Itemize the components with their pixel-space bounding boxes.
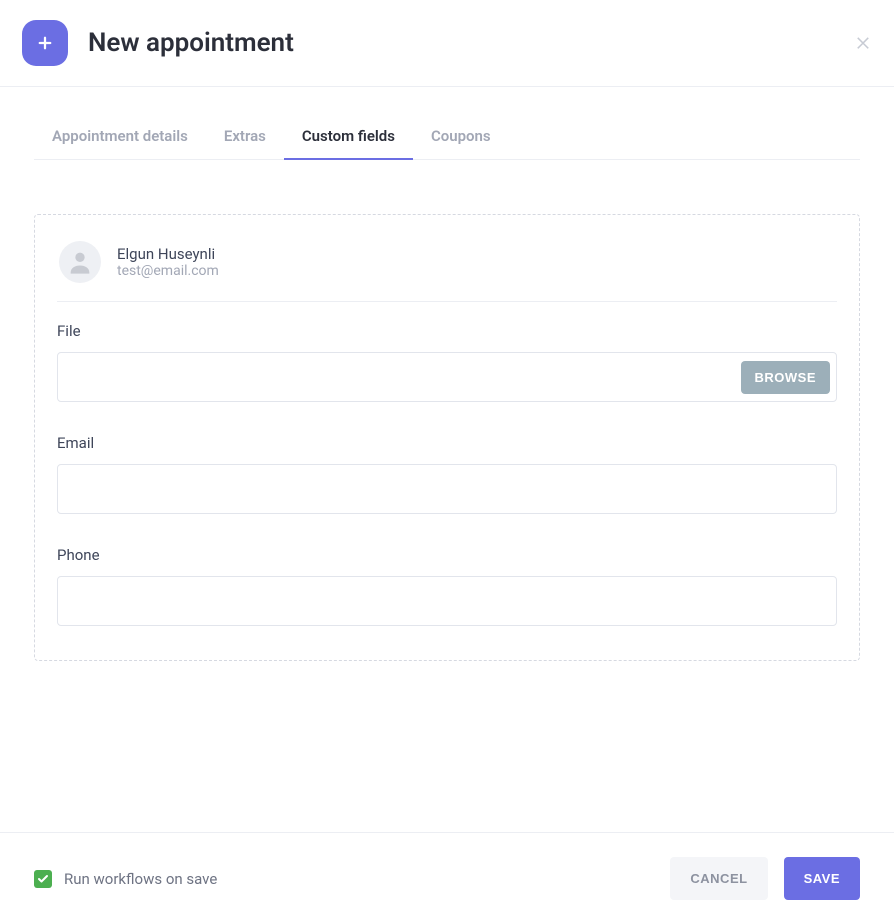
user-name: Elgun Huseynli [117,245,219,263]
workflow-checkbox-row[interactable]: Run workflows on save [34,870,217,888]
save-button[interactable]: SAVE [784,857,860,900]
user-row: Elgun Huseynli test@email.com [57,237,837,302]
modal-content: Appointment details Extras Custom fields… [0,87,894,661]
file-input[interactable]: BROWSE [57,352,837,402]
phone-field[interactable] [57,576,837,626]
modal-header: New appointment [0,0,894,87]
page-title: New appointment [88,28,854,58]
custom-fields-card: Elgun Huseynli test@email.com File BROWS… [34,214,860,661]
modal-footer: Run workflows on save CANCEL SAVE [0,832,894,924]
tab-appointment-details[interactable]: Appointment details [34,127,206,159]
email-field[interactable] [57,464,837,514]
tab-coupons[interactable]: Coupons [413,127,509,159]
cancel-button[interactable]: CANCEL [670,857,767,900]
plus-icon [22,20,68,66]
field-file: File BROWSE [57,322,837,402]
file-label: File [57,322,837,340]
email-label: Email [57,434,837,452]
tab-extras[interactable]: Extras [206,127,284,159]
workflow-checkbox[interactable] [34,870,52,888]
phone-label: Phone [57,546,837,564]
field-email: Email [57,434,837,514]
avatar [59,241,101,283]
field-phone: Phone [57,546,837,626]
close-icon[interactable] [854,29,872,57]
tabs: Appointment details Extras Custom fields… [34,127,860,160]
workflow-label: Run workflows on save [64,870,217,888]
user-info: Elgun Huseynli test@email.com [117,245,219,279]
user-email: test@email.com [117,263,219,279]
tab-custom-fields[interactable]: Custom fields [284,127,413,159]
browse-button[interactable]: BROWSE [741,361,831,394]
footer-actions: CANCEL SAVE [670,857,860,900]
